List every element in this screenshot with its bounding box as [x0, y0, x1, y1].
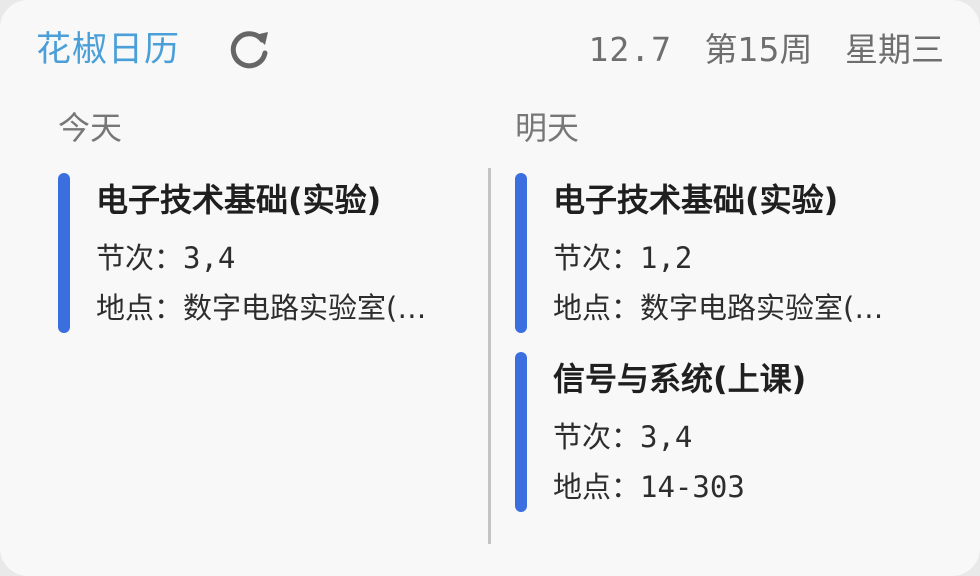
course-location: 地点：数字电路实验室(… [96, 289, 476, 327]
calendar-widget: 花椒日历 12.7 第15周 星期三 今天 电子技术基础(实验) 节次：3,4 … [0, 0, 980, 576]
course-location: 地点：14-303 [553, 468, 933, 506]
date-info: 12.7 第15周 星期三 [589, 28, 944, 72]
app-title[interactable]: 花椒日历 [36, 28, 180, 72]
course-name: 信号与系统(上课) [553, 360, 807, 398]
course-color-bar [58, 173, 70, 333]
session-value: 3,4 [640, 420, 693, 454]
course-card-today-1[interactable]: 电子技术基础(实验) 节次：3,4 地点：数字电路实验室(… [58, 173, 478, 333]
week-text: 第15周 [704, 30, 813, 69]
course-card-tomorrow-1[interactable]: 电子技术基础(实验) 节次：1,2 地点：数字电路实验室(… [515, 173, 935, 333]
session-label: 节次： [553, 241, 641, 275]
tomorrow-label: 明天 [515, 109, 580, 147]
course-color-bar [515, 352, 527, 512]
refresh-icon[interactable] [224, 26, 274, 76]
course-card-tomorrow-2[interactable]: 信号与系统(上课) 节次：3,4 地点：14-303 [515, 352, 935, 512]
location-label: 地点： [553, 291, 641, 325]
weekday-text: 星期三 [845, 30, 944, 69]
course-session: 节次：1,2 [553, 239, 933, 277]
location-label: 地点： [96, 291, 184, 325]
course-location: 地点：数字电路实验室(… [553, 289, 933, 327]
course-name: 电子技术基础(实验) [96, 181, 382, 219]
course-color-bar [515, 173, 527, 333]
session-label: 节次： [553, 420, 641, 454]
session-label: 节次： [96, 241, 184, 275]
session-value: 3,4 [183, 241, 236, 275]
session-value: 1,2 [640, 241, 693, 275]
location-value: 数字电路实验室(… [183, 291, 427, 325]
course-session: 节次：3,4 [96, 239, 476, 277]
location-value: 数字电路实验室(… [640, 291, 884, 325]
course-session: 节次：3,4 [553, 418, 933, 456]
location-label: 地点： [553, 470, 641, 504]
location-value: 14-303 [640, 470, 745, 504]
widget-header: 花椒日历 12.7 第15周 星期三 [0, 0, 980, 100]
column-divider [488, 168, 491, 544]
today-label: 今天 [58, 109, 123, 147]
course-name: 电子技术基础(实验) [553, 181, 839, 219]
date-text: 12.7 [588, 30, 672, 69]
